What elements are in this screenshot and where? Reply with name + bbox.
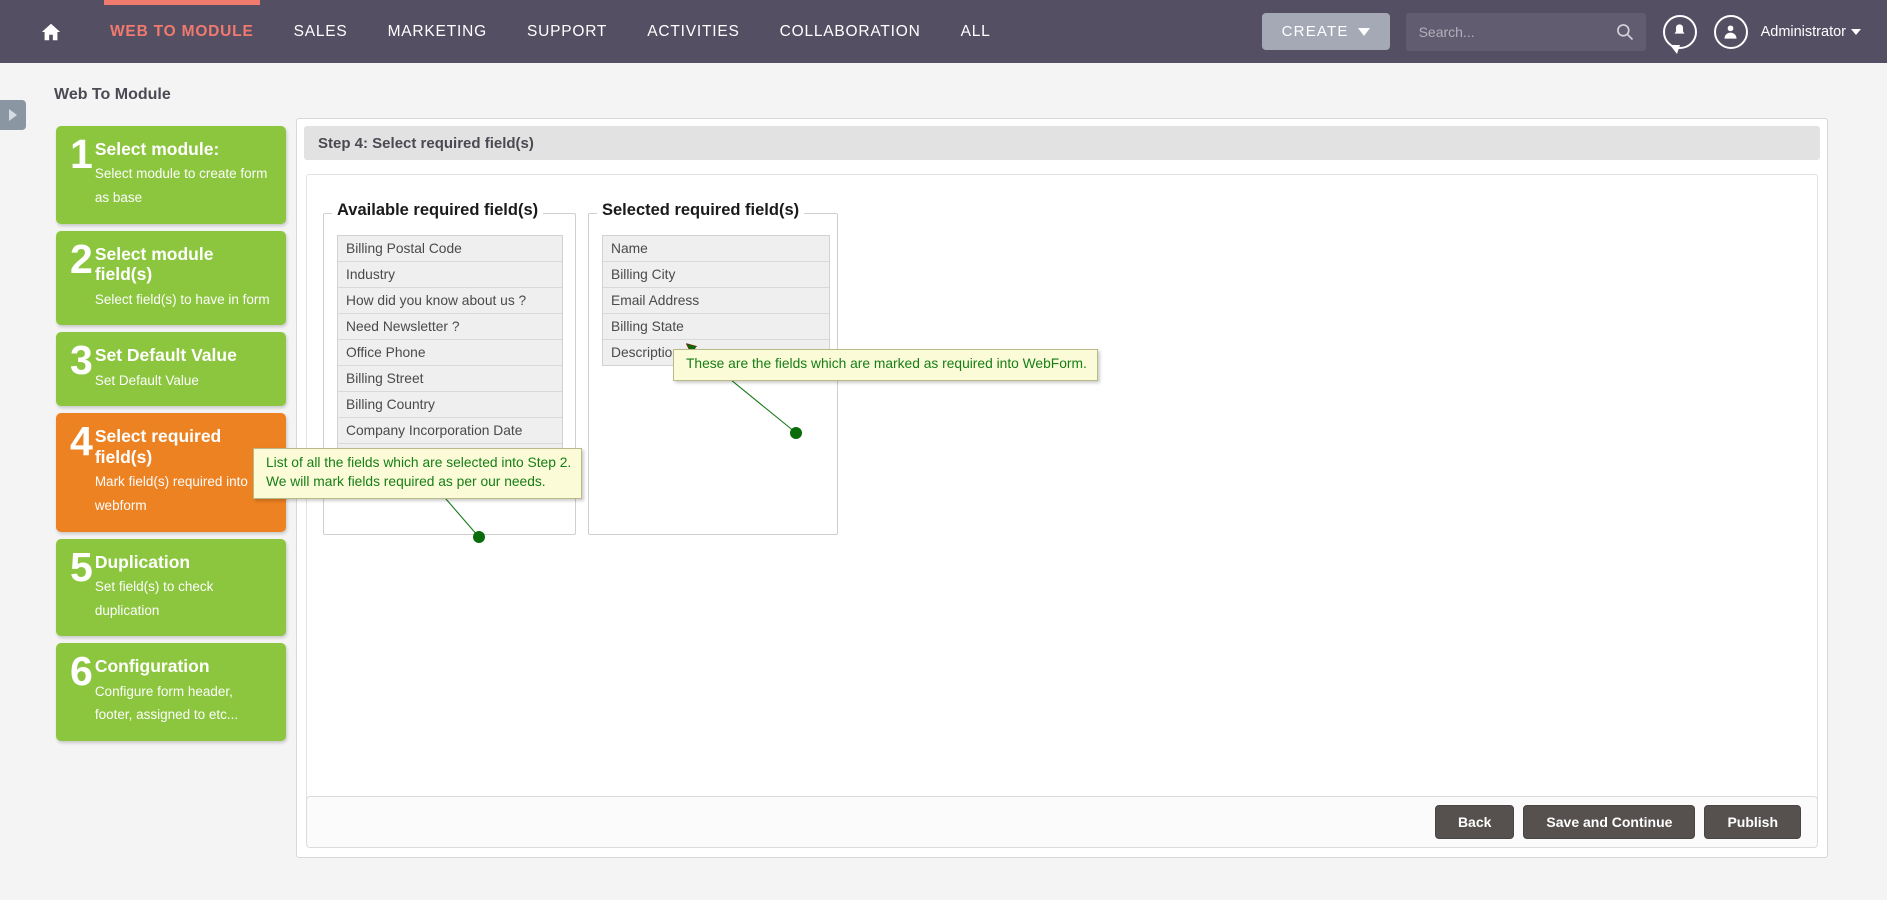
list-item[interactable]: Need Newsletter ? bbox=[338, 314, 562, 340]
nav-item-collaboration[interactable]: COLLABORATION bbox=[760, 0, 941, 63]
step-description: Select field(s) to have in form bbox=[94, 291, 270, 307]
step-title: Duplication bbox=[94, 551, 191, 572]
sidebar-step-2[interactable]: 2 Select module field(s) Select field(s)… bbox=[56, 230, 286, 326]
step-title: Select module field(s) bbox=[94, 243, 214, 285]
user-name-label[interactable]: Administrator bbox=[1761, 24, 1846, 40]
top-navigation-bar: WEB TO MODULE SALES MARKETING SUPPORT AC… bbox=[0, 0, 1887, 63]
list-item[interactable]: Billing Country bbox=[338, 392, 562, 418]
home-icon[interactable] bbox=[38, 19, 64, 45]
panel-footer: Back Save and Continue Publish bbox=[306, 796, 1818, 848]
step-title: Select required field(s) bbox=[94, 426, 222, 467]
user-menu-chevron-icon[interactable] bbox=[1851, 28, 1861, 35]
step-number: 2 bbox=[70, 235, 93, 282]
chevron-down-icon bbox=[1357, 27, 1370, 36]
available-fields-annotation: List of all the fields which are selecte… bbox=[253, 448, 583, 499]
sidebar-step-1[interactable]: 1 Select module: Select module to create… bbox=[56, 126, 286, 224]
notification-bell-icon[interactable] bbox=[1662, 14, 1697, 54]
user-avatar-icon[interactable] bbox=[1713, 14, 1748, 49]
page-title: Web To Module bbox=[54, 86, 171, 103]
step-number: 1 bbox=[70, 131, 93, 177]
list-item[interactable]: Industry bbox=[338, 262, 562, 288]
step-number: 6 bbox=[70, 648, 93, 695]
step-description: Select module to create form as base bbox=[94, 166, 268, 206]
list-item[interactable]: Billing City bbox=[603, 262, 829, 288]
create-button[interactable]: CREATE bbox=[1261, 13, 1390, 50]
publish-button[interactable]: Publish bbox=[1704, 805, 1801, 839]
search-box[interactable] bbox=[1405, 12, 1646, 51]
sidebar-step-4[interactable]: 4 Select required field(s) Mark field(s)… bbox=[56, 413, 286, 532]
step-sidebar: 1 Select module: Select module to create… bbox=[56, 126, 286, 748]
step-description: Mark field(s) required into webform bbox=[94, 474, 248, 513]
list-item[interactable]: Office Phone bbox=[338, 340, 562, 366]
create-button-label: CREATE bbox=[1281, 23, 1349, 40]
step-number: 5 bbox=[70, 543, 93, 590]
sidebar-step-5[interactable]: 5 Duplication Set field(s) to check dupl… bbox=[56, 538, 286, 637]
list-item[interactable]: Billing Street bbox=[338, 366, 562, 392]
step-title: Configuration bbox=[94, 656, 210, 677]
search-input[interactable] bbox=[1405, 12, 1646, 51]
search-icon[interactable] bbox=[1615, 22, 1635, 42]
nav-item-marketing[interactable]: MARKETING bbox=[368, 0, 507, 63]
chevron-right-icon bbox=[9, 109, 17, 121]
nav-item-web-to-module[interactable]: WEB TO MODULE bbox=[90, 0, 274, 63]
collapse-sidebar-toggle[interactable] bbox=[0, 100, 26, 130]
list-item[interactable]: Billing Postal Code bbox=[338, 236, 562, 262]
selected-fields-annotation: These are the fields which are marked as… bbox=[673, 349, 1098, 381]
bell-tail-decoration bbox=[1669, 44, 1680, 54]
nav-item-all[interactable]: ALL bbox=[941, 0, 1011, 63]
save-and-continue-button[interactable]: Save and Continue bbox=[1523, 805, 1696, 839]
step-description: Set Default Value bbox=[94, 372, 199, 388]
list-item[interactable]: Email Address bbox=[603, 288, 829, 314]
step-number: 4 bbox=[70, 418, 93, 465]
step-description: Configure form header, footer, assigned … bbox=[94, 683, 239, 723]
available-fields-legend: Available required field(s) bbox=[332, 201, 544, 220]
nav-right-group: CREATE Administrator bbox=[1261, 12, 1887, 54]
step-title: Set Default Value bbox=[94, 345, 237, 366]
sidebar-step-3[interactable]: 3 Set Default Value Set Default Value bbox=[56, 332, 286, 407]
list-item[interactable]: Billing State bbox=[603, 314, 829, 340]
selected-fields-legend: Selected required field(s) bbox=[597, 201, 805, 220]
panel-header-title: Step 4: Select required field(s) bbox=[304, 126, 1820, 160]
nav-item-support[interactable]: SUPPORT bbox=[507, 0, 627, 63]
list-item[interactable]: Company Incorporation Date bbox=[338, 418, 562, 444]
selected-fields-list[interactable]: Name Billing City Email Address Billing … bbox=[602, 235, 830, 366]
list-item[interactable]: How did you know about us ? bbox=[338, 288, 562, 314]
nav-item-sales[interactable]: SALES bbox=[274, 0, 368, 63]
step-title: Select module: bbox=[94, 139, 220, 159]
sidebar-step-6[interactable]: 6 Configuration Configure form header, f… bbox=[56, 643, 286, 741]
step-description: Set field(s) to check duplication bbox=[94, 579, 214, 618]
back-button[interactable]: Back bbox=[1434, 805, 1515, 839]
available-fields-list[interactable]: Billing Postal Code Industry How did you… bbox=[337, 235, 563, 470]
list-item[interactable]: Name bbox=[603, 236, 829, 262]
nav-item-activities[interactable]: ACTIVITIES bbox=[627, 0, 759, 63]
step-number: 3 bbox=[70, 337, 93, 384]
